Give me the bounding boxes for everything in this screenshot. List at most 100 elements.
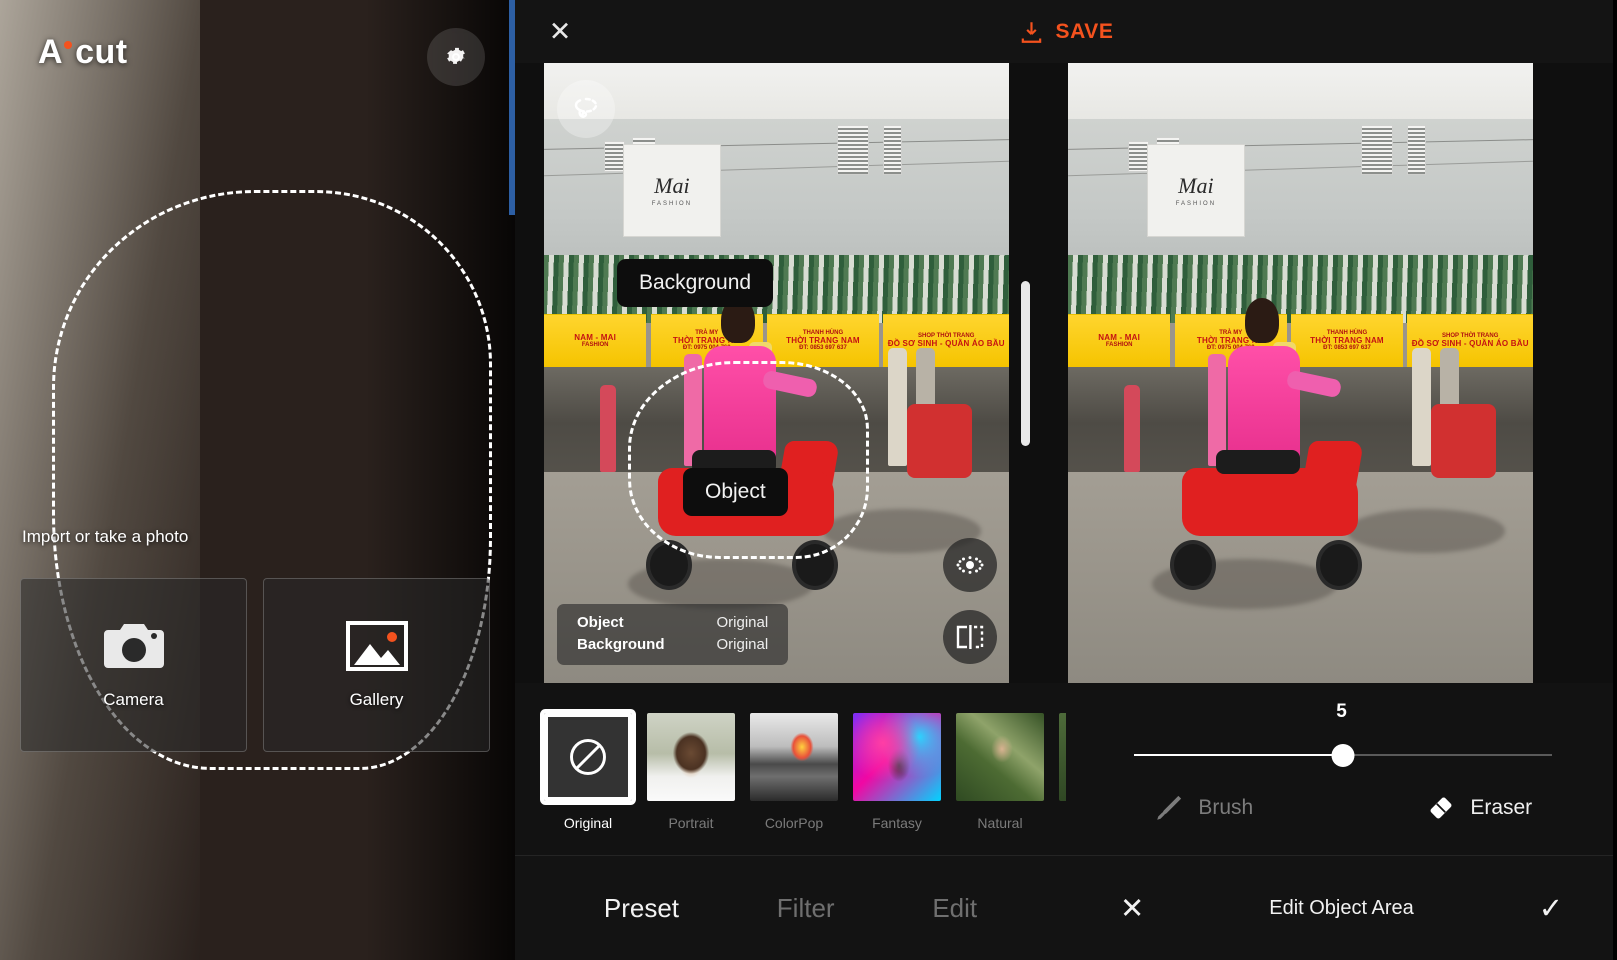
- preset-item-portrait[interactable]: Portrait: [647, 713, 735, 831]
- gallery-button[interactable]: Gallery: [263, 578, 490, 752]
- camera-button[interactable]: Camera: [20, 578, 247, 752]
- import-actions: Camera Gallery: [20, 578, 490, 752]
- banner-line-2: ĐT: 0853 697 637: [799, 345, 847, 351]
- hero-wall-gradient: [0, 0, 200, 960]
- editor-bottombar: Preset Filter Edit ✕ Edit Object Area ✓: [515, 855, 1617, 960]
- eraser-tool-label: Eraser: [1470, 796, 1532, 820]
- cancel-object-area-button[interactable]: ✕: [1120, 891, 1144, 926]
- photo-store-sign: Mai FASHION: [623, 144, 721, 237]
- preset-thumbnail: [750, 713, 838, 801]
- preset-label: Natural: [956, 815, 1044, 831]
- editor-panel: ✕ SAVE: [515, 0, 1617, 960]
- tab-preset[interactable]: Preset: [604, 893, 679, 924]
- rider-head: [1245, 298, 1278, 343]
- brush-icon: [1154, 793, 1184, 823]
- photo-banner: NAM - MAI FASHION: [544, 314, 646, 367]
- slider-thumb[interactable]: [1332, 744, 1355, 767]
- confirm-object-area-button[interactable]: ✓: [1539, 891, 1563, 926]
- eraser-icon: [1426, 793, 1456, 823]
- photo-banner: THANH HÙNG THỜI TRANG NAM ĐT: 0853 697 6…: [767, 314, 879, 367]
- image-icon: [345, 620, 409, 672]
- brush-controls: 5 Brush E: [1066, 683, 1617, 855]
- scooter-body: [1182, 468, 1358, 536]
- photo-mannequin: [1412, 348, 1431, 466]
- lasso-select-button[interactable]: [557, 80, 615, 138]
- settings-button[interactable]: [427, 28, 485, 86]
- canvas-area: Mai FASHION NAM - MAI FASHION TRÀ MY THỜ…: [515, 63, 1617, 683]
- info-value-background: Original: [717, 636, 769, 653]
- gallery-label: Gallery: [350, 690, 404, 710]
- preset-item-next[interactable]: [1059, 713, 1066, 831]
- layer-info-card: Object Original Background Original: [557, 604, 788, 665]
- preset-thumbnail: [956, 713, 1044, 801]
- preset-label: Portrait: [647, 815, 735, 831]
- eraser-tool-button[interactable]: Eraser: [1342, 793, 1617, 823]
- banner-line-1: NAM - MAI: [574, 333, 616, 342]
- preset-item-natural[interactable]: Natural: [956, 713, 1044, 831]
- pane-divider-handle[interactable]: [1021, 281, 1030, 446]
- save-button[interactable]: SAVE: [1018, 19, 1113, 45]
- download-icon: [1018, 19, 1044, 45]
- brush-size-value: 5: [1066, 701, 1617, 723]
- photo-mannequin: [888, 348, 907, 466]
- preview-toggle-button[interactable]: [943, 538, 997, 592]
- photo-sky: [1068, 63, 1533, 125]
- banner-line-1: ĐỒ SƠ SINH - QUẦN ÁO BẦU: [888, 339, 1005, 348]
- gear-icon: [443, 44, 469, 70]
- app-logo: Acut: [38, 33, 128, 72]
- banner-line-2: FASHION: [1106, 342, 1133, 348]
- banner-line-2: FASHION: [582, 342, 609, 348]
- photo-vent: [837, 125, 870, 175]
- photo-mannequin: [600, 385, 616, 472]
- photo-vent: [1361, 125, 1394, 175]
- preset-thumbnail: [544, 713, 632, 801]
- brush-size-slider[interactable]: [1134, 745, 1552, 765]
- scooter-wheel: [1316, 540, 1362, 590]
- preset-item-original[interactable]: Original: [544, 713, 632, 831]
- banner-line-2: ĐT: 0853 697 637: [1323, 345, 1371, 351]
- canvas-pane-edit[interactable]: Mai FASHION NAM - MAI FASHION TRÀ MY THỜ…: [544, 63, 1009, 683]
- info-key-background: Background: [577, 636, 665, 653]
- preset-item-fantasy[interactable]: Fantasy: [853, 713, 941, 831]
- info-key-object: Object: [577, 614, 665, 631]
- canvas-pane-preview[interactable]: Mai FASHION NAM - MAI FASHION TRÀ MY THỜ…: [1068, 63, 1533, 683]
- brush-tool-button[interactable]: Brush: [1066, 793, 1342, 823]
- preset-thumbnail: [1059, 713, 1066, 801]
- right-screen-edge: [1613, 0, 1617, 960]
- banner-line-1: NAM - MAI: [1098, 333, 1140, 342]
- tooltip-object: Object: [683, 468, 788, 516]
- lasso-select-icon: [571, 94, 601, 124]
- app-logo-letter: A: [38, 33, 63, 71]
- street-photo: Mai FASHION NAM - MAI FASHION TRÀ MY THỜ…: [544, 63, 1009, 683]
- banner-line-1: THỜI TRANG NAM: [1310, 336, 1384, 345]
- preset-thumbnail: [647, 713, 735, 801]
- scooter-wheel: [1170, 540, 1216, 590]
- close-editor-button[interactable]: ✕: [545, 18, 575, 45]
- hero-dark-edge: [365, 0, 515, 960]
- logo-dot-icon: [64, 41, 72, 49]
- street-photo-preview: Mai FASHION NAM - MAI FASHION TRÀ MY THỜ…: [1068, 63, 1533, 683]
- store-sign-subtext: FASHION: [1176, 201, 1216, 207]
- paint-tools: Brush Eraser: [1066, 793, 1617, 823]
- tab-edit[interactable]: Edit: [932, 893, 977, 924]
- object-area-actions: ✕ Edit Object Area ✓: [1066, 891, 1617, 926]
- compare-toggle-button[interactable]: [943, 610, 997, 664]
- preset-label: ColorPop: [750, 815, 838, 831]
- home-screen-panel: Acut Import or take a photo Camera: [0, 0, 515, 960]
- import-prompt-label: Import or take a photo: [22, 527, 188, 547]
- object-selection-outline: [628, 361, 870, 559]
- camera-label: Camera: [103, 690, 163, 710]
- photo-banner: NAM - MAI FASHION: [1068, 314, 1170, 367]
- editor-topbar: ✕ SAVE: [515, 0, 1617, 63]
- tab-filter[interactable]: Filter: [777, 893, 835, 924]
- brush-tool-label: Brush: [1198, 796, 1253, 820]
- photo-background-scooter: [1431, 404, 1496, 478]
- preset-list: Original Portrait ColorPop Fantasy Natur…: [515, 683, 1066, 831]
- app-logo-rest: cut: [75, 33, 128, 71]
- preset-item-colorpop[interactable]: ColorPop: [750, 713, 838, 831]
- store-sign-text: Mai: [654, 173, 689, 199]
- preset-strip[interactable]: Original Portrait ColorPop Fantasy Natur…: [515, 683, 1066, 855]
- photo-store-sign: Mai FASHION: [1147, 144, 1245, 237]
- store-sign-subtext: FASHION: [652, 201, 692, 207]
- preset-label: Fantasy: [853, 815, 941, 831]
